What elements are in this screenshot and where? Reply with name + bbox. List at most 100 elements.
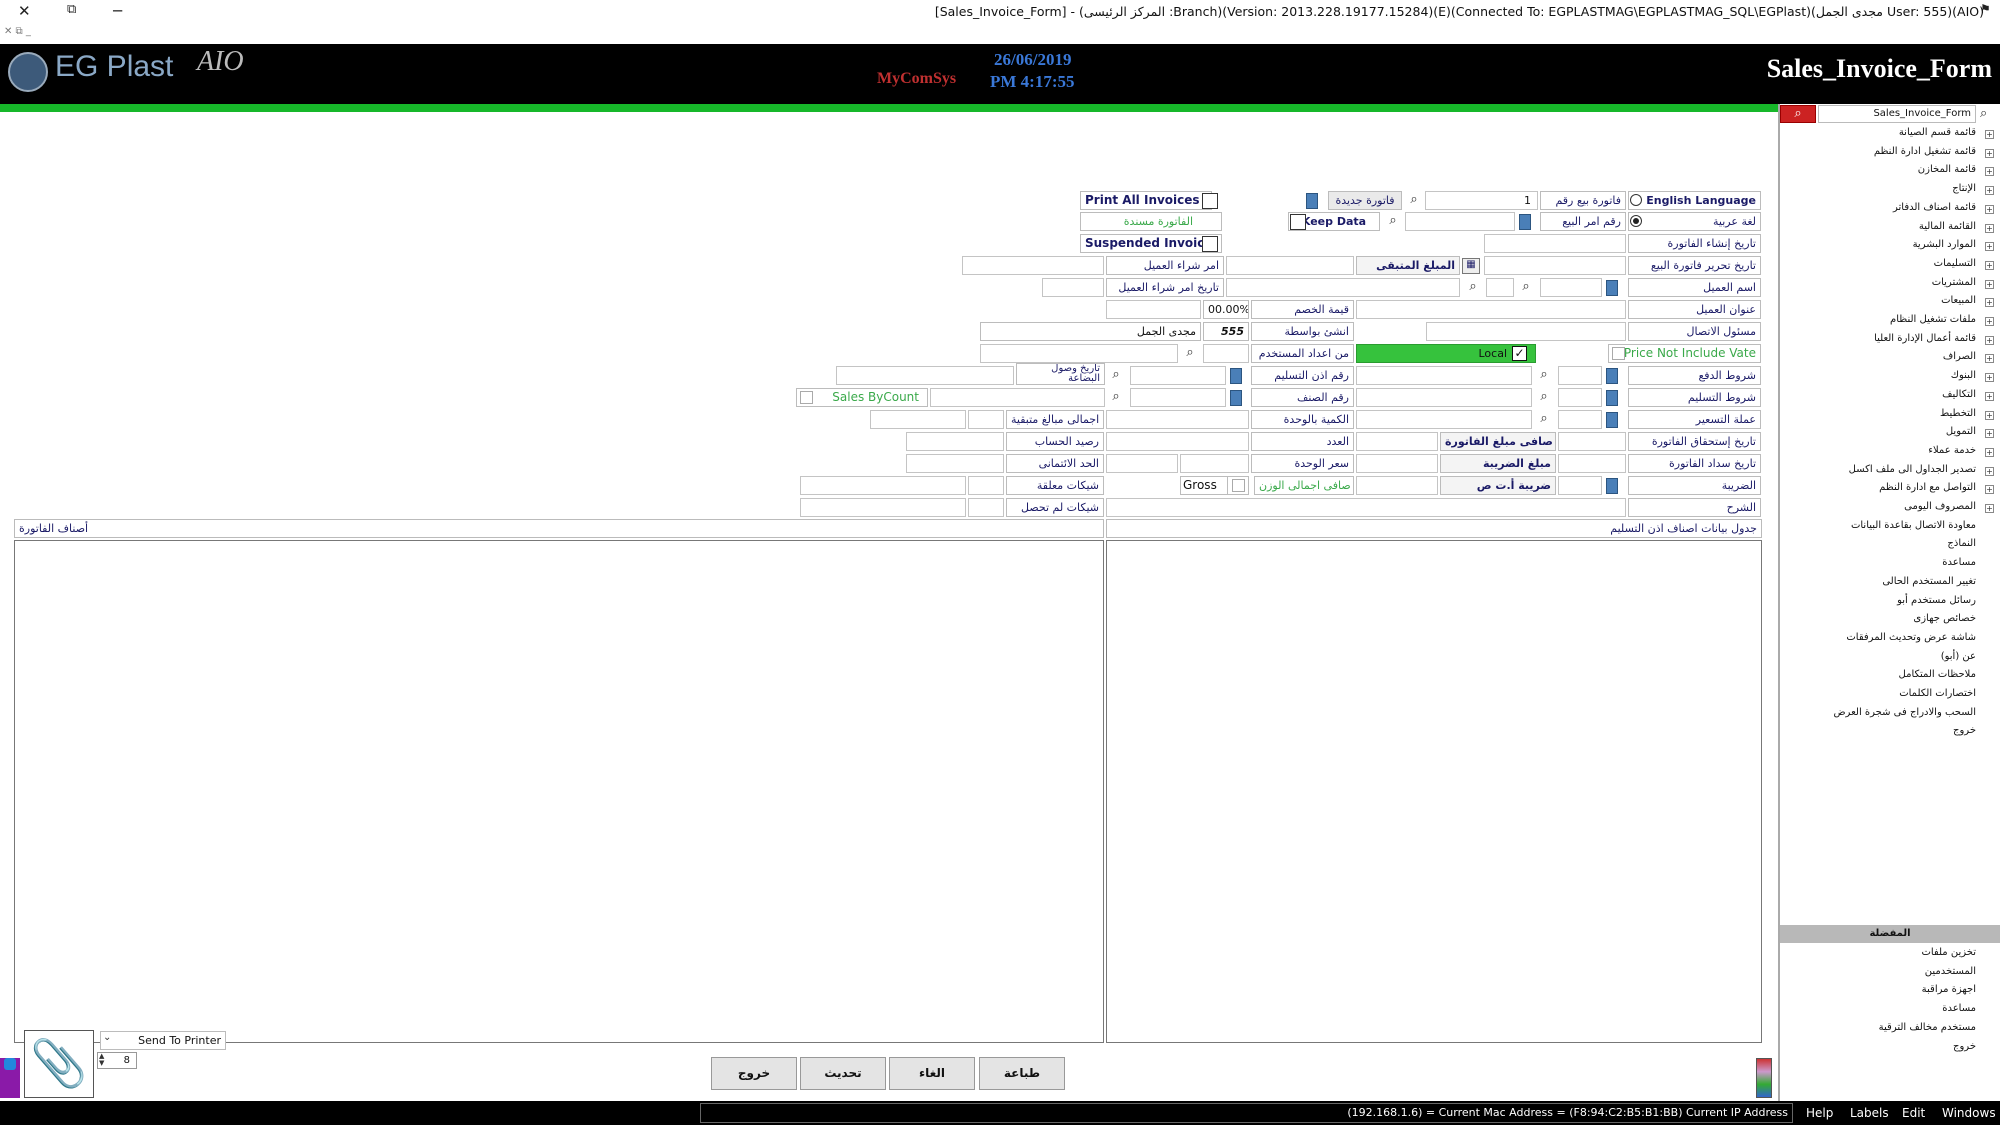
unit-price-input2[interactable] [1106, 454, 1178, 473]
search-invoice-icon[interactable]: ⌕ [1405, 192, 1423, 209]
contact-input[interactable] [1426, 322, 1626, 341]
tree-item[interactable]: تغيير المستخدم الحالى [1882, 576, 1976, 587]
tree-item[interactable]: التخطيط [1940, 408, 1976, 419]
favorite-item[interactable]: المستخدمين [1925, 966, 1976, 977]
net-invoice-input[interactable] [1356, 432, 1438, 451]
tree-item[interactable]: السحب والادراج فى شجرة العرض [1833, 707, 1976, 718]
tree-item[interactable]: مساعدة [1942, 557, 1976, 568]
new-invoice-button[interactable]: فاتورة جديدة [1328, 191, 1402, 210]
search-delivery-terms-icon[interactable]: ⌕ [1535, 389, 1553, 406]
exit-button[interactable]: خروج [711, 1057, 797, 1090]
print-all-invoices[interactable]: Print All Invoices [1080, 191, 1212, 210]
tree-item[interactable]: البنوك [1951, 370, 1976, 381]
customer-code-input[interactable] [1540, 278, 1602, 297]
arrival-date-input[interactable] [836, 366, 1014, 385]
total-remaining-input[interactable] [870, 410, 966, 429]
search-item-icon[interactable]: ⌕ [1107, 389, 1125, 406]
tree-item[interactable]: قائمة تشغيل ادارة النظم [1874, 146, 1976, 157]
rainbow-icon[interactable] [1756, 1058, 1772, 1098]
po-date-input[interactable] [1042, 278, 1104, 297]
new-invoice-icon[interactable] [1306, 193, 1318, 209]
expand-icon[interactable]: + [1985, 335, 1994, 345]
price-no-vat-checkbox[interactable] [1612, 347, 1625, 360]
tree-item[interactable]: التمويل [1946, 426, 1976, 437]
tree-item[interactable]: قائمة قسم الصيانة [1899, 127, 1976, 138]
local-field[interactable]: Local [1356, 344, 1536, 363]
search-delivery-icon[interactable]: ⌕ [1107, 367, 1125, 384]
linked-invoice[interactable]: الفاتورة مسندة [1080, 212, 1222, 231]
item-name-input[interactable] [930, 388, 1105, 407]
expand-icon[interactable]: + [1985, 186, 1994, 196]
uncollected-checks-input[interactable] [800, 498, 966, 517]
tax-code-input[interactable] [1558, 476, 1602, 495]
tree-item[interactable]: ملاحظات المتكامل [1899, 669, 1976, 680]
order-no-input[interactable] [1405, 212, 1515, 231]
expand-icon[interactable]: + [1985, 279, 1994, 289]
english-radio-icon[interactable] [1630, 194, 1642, 206]
tree-item[interactable]: المصروف اليومى [1904, 501, 1976, 512]
account-balance-input[interactable] [906, 432, 1004, 451]
tax-amount-input[interactable] [1356, 454, 1438, 473]
calendar-icon[interactable]: ▦ [1462, 258, 1480, 274]
tree-item[interactable]: الصراف [1943, 351, 1976, 362]
delivery-terms-code-input[interactable] [1558, 388, 1602, 407]
menu-edit[interactable]: Edit [1902, 1103, 1925, 1123]
favorite-item[interactable]: مساعدة [1942, 1003, 1976, 1014]
sales-by-count[interactable]: Sales ByCount [796, 388, 928, 407]
tree-item[interactable]: خدمة عملاء [1928, 445, 1976, 456]
english-language-radio[interactable]: English Language [1628, 191, 1761, 210]
count-input[interactable] [1106, 432, 1249, 451]
tree-item[interactable]: خصائص جهازى [1913, 613, 1976, 624]
delivery-no-input[interactable] [1130, 366, 1226, 385]
tree-item[interactable]: تصدير الجداول الى ملف اكسل [1849, 464, 1976, 475]
invoice-no-input[interactable]: 1 [1425, 191, 1538, 210]
expand-icon[interactable]: + [1985, 130, 1994, 139]
price-no-vat[interactable]: Price Not Include Vate [1608, 344, 1761, 363]
tree-item[interactable]: قائمة أعمال الإدارة العليا [1874, 333, 1976, 344]
tree-item[interactable]: المشتريات [1932, 277, 1976, 288]
send-to-printer[interactable]: Send To Printer [100, 1031, 226, 1050]
favorite-item[interactable]: تخزين ملفات [1921, 947, 1976, 958]
delivery-terms-select-icon[interactable] [1606, 390, 1618, 406]
discount-pct[interactable]: 00.00% [1203, 300, 1249, 319]
expand-icon[interactable]: + [1985, 354, 1994, 364]
notes-input[interactable] [1106, 498, 1626, 517]
tax-atc-input[interactable] [1356, 476, 1438, 495]
uncollected-checks-count[interactable] [968, 498, 1004, 517]
menu-help[interactable]: Help [1806, 1103, 1833, 1123]
tree-item[interactable]: التسليمات [1934, 258, 1976, 269]
mdi-close-icon[interactable]: ✕ ⧉ _ [4, 26, 31, 37]
expand-icon[interactable]: + [1985, 466, 1994, 476]
update-button[interactable]: تحديث [800, 1057, 886, 1090]
expand-icon[interactable]: + [1985, 485, 1994, 495]
total-remaining-flag[interactable] [968, 410, 1004, 429]
payment-code-input[interactable] [1558, 366, 1602, 385]
unit-price-input[interactable] [1180, 454, 1249, 473]
tree-item[interactable]: الموارد البشرية [1913, 239, 1976, 250]
delivery-select-icon[interactable] [1230, 368, 1242, 384]
expand-icon[interactable]: + [1985, 204, 1994, 214]
search-button-icon[interactable]: ⌕ [1780, 105, 1816, 123]
currency-select-icon[interactable] [1606, 412, 1618, 428]
customer-branch-input[interactable] [1486, 278, 1514, 297]
menu-windows[interactable]: Windows [1942, 1103, 1996, 1123]
menu-labels[interactable]: Labels [1850, 1103, 1889, 1123]
create-date-input[interactable] [1484, 234, 1626, 253]
tree-item[interactable]: القائمة المالية [1919, 221, 1976, 232]
expand-icon[interactable]: + [1985, 223, 1994, 233]
sales-by-count-checkbox[interactable] [800, 391, 813, 404]
invoice-items-grid[interactable] [14, 540, 1104, 1043]
customer-address-input[interactable] [1356, 300, 1626, 319]
due-date-input[interactable] [1558, 432, 1626, 451]
attachment-icon[interactable]: 📎 [24, 1030, 94, 1098]
tree-item[interactable]: المبيعات [1941, 295, 1976, 306]
tree-item[interactable]: عن (أبو) [1941, 651, 1976, 662]
arabic-radio-icon[interactable] [1630, 215, 1642, 227]
expand-icon[interactable]: + [1985, 298, 1994, 308]
item-no-input[interactable] [1130, 388, 1226, 407]
settings-input[interactable] [1203, 344, 1249, 363]
credit-limit-input[interactable] [906, 454, 1004, 473]
settings-name-input[interactable] [980, 344, 1178, 363]
suspended-invoice[interactable]: Suspended Invoice [1080, 234, 1222, 253]
delivery-items-grid[interactable] [1106, 540, 1762, 1043]
